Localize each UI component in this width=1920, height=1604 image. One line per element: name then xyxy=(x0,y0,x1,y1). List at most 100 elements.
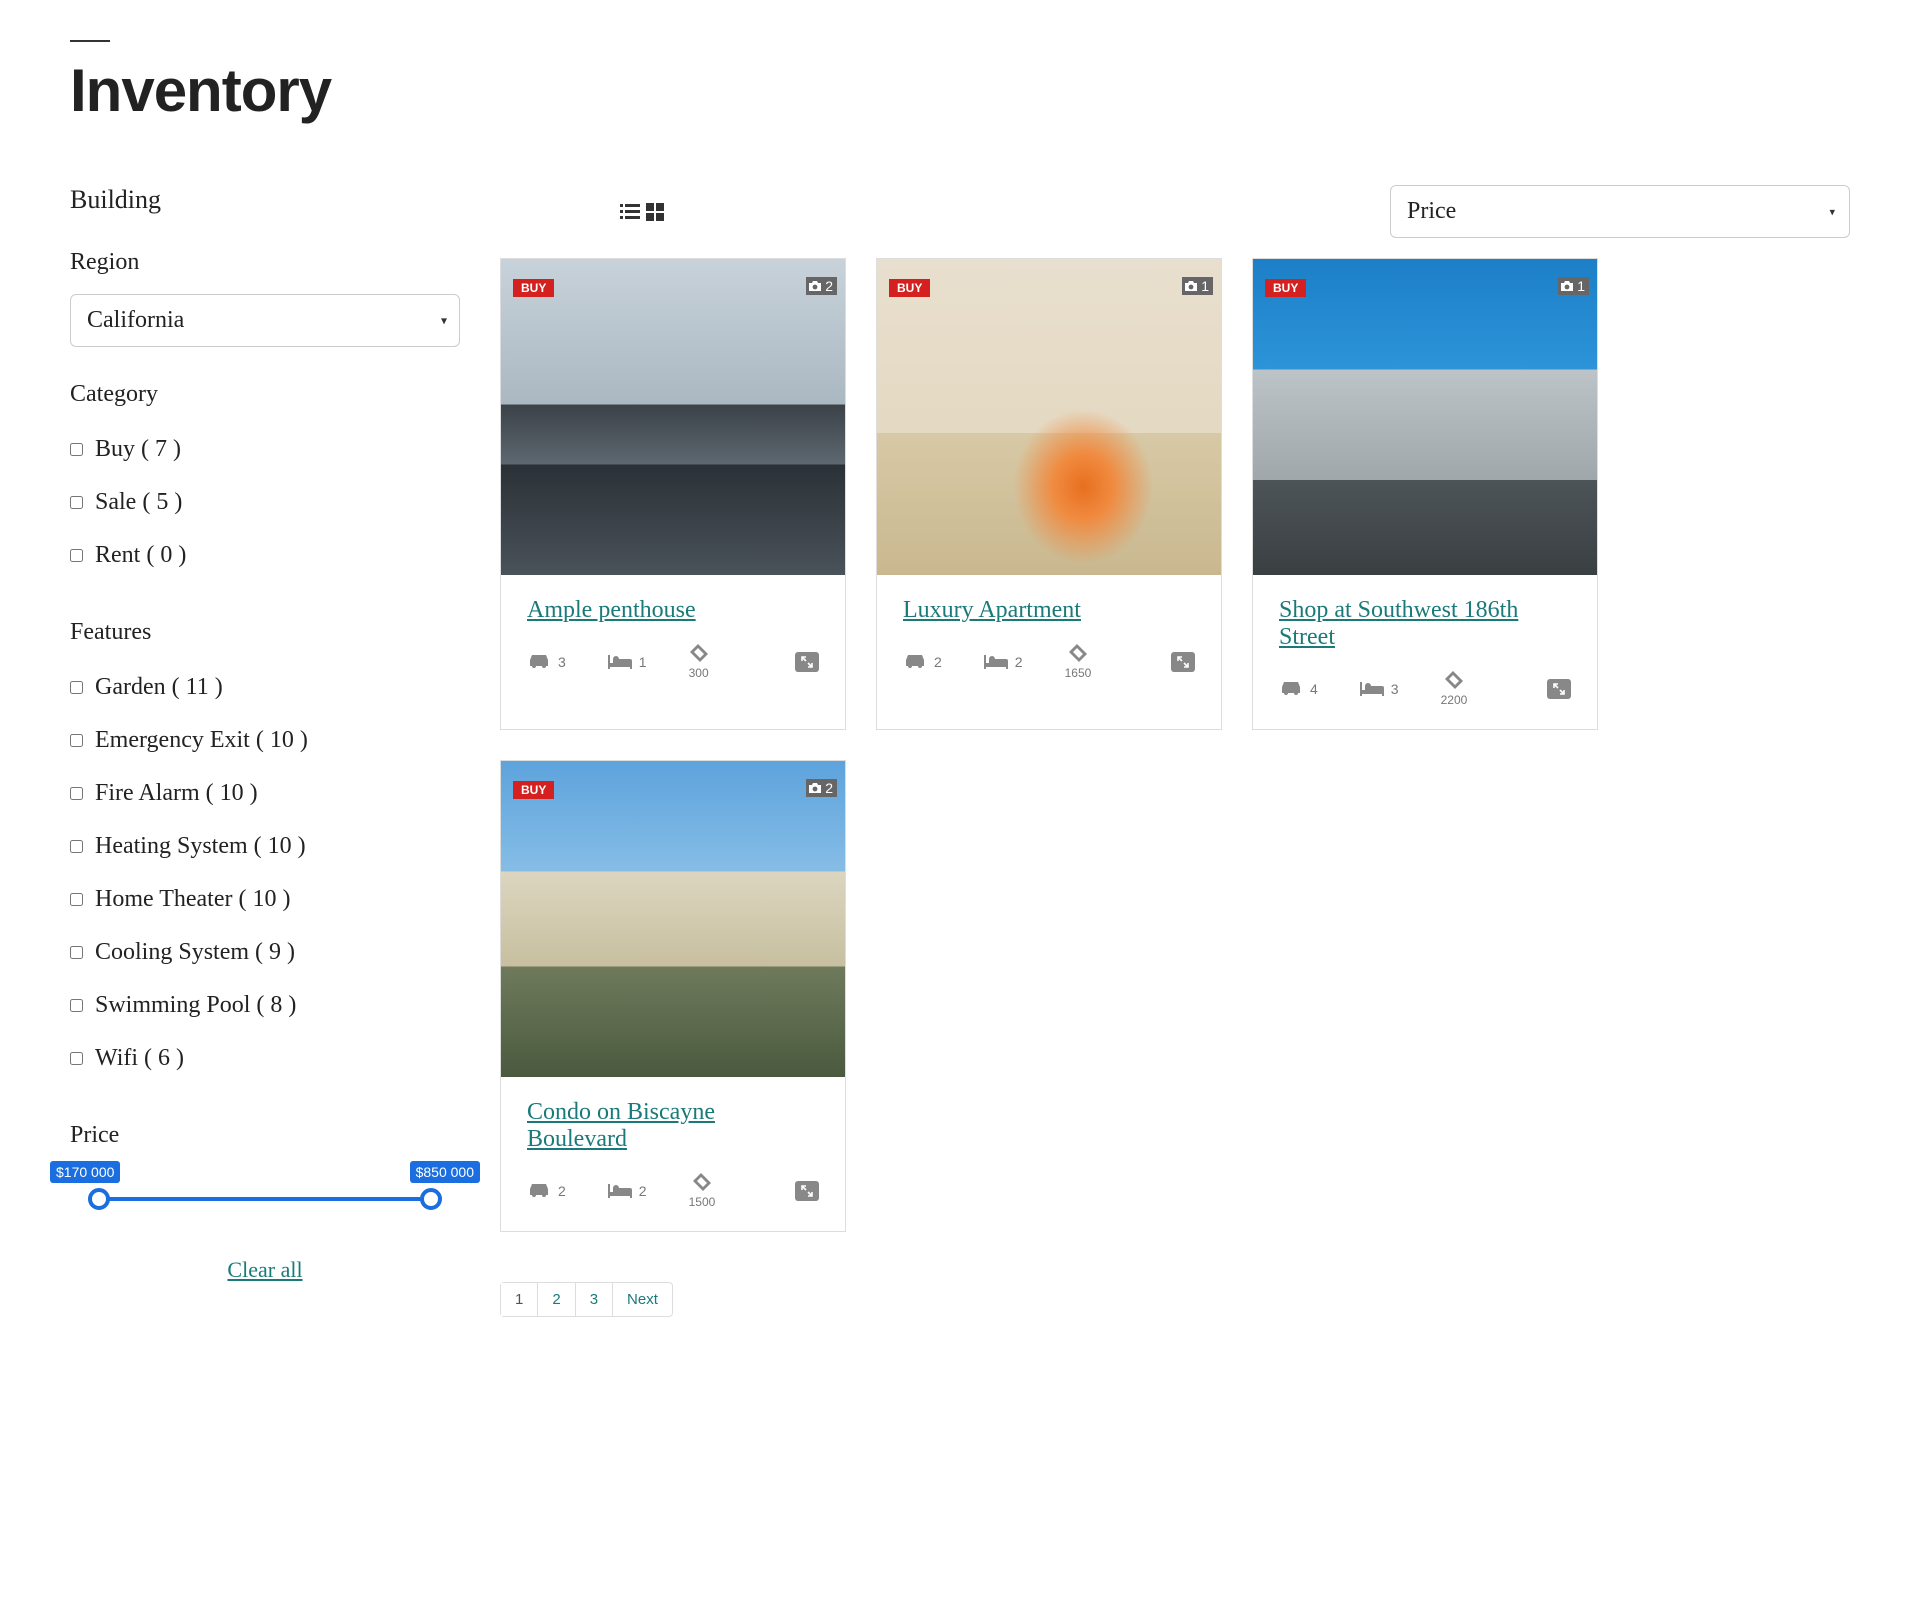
category-checkbox[interactable] xyxy=(70,443,83,456)
expand-button[interactable] xyxy=(1547,679,1571,699)
grid-view-icon[interactable] xyxy=(646,203,664,221)
features-list: Garden ( 11 ) Emergency Exit ( 10 ) Fire… xyxy=(70,664,460,1088)
page-next[interactable]: Next xyxy=(613,1283,672,1316)
price-min-label: $170 000 xyxy=(50,1161,120,1183)
stat-beds-value: 1 xyxy=(639,654,647,670)
bed-icon xyxy=(1360,682,1384,696)
car-icon xyxy=(903,654,927,670)
stat-cars-value: 2 xyxy=(934,654,942,670)
photo-count: 2 xyxy=(825,780,833,796)
listing-image[interactable]: BUY 2 xyxy=(501,761,845,1077)
category-checkbox[interactable] xyxy=(70,496,83,509)
listing-image[interactable]: BUY 1 xyxy=(877,259,1221,575)
feature-item-label: Fire Alarm ( 10 ) xyxy=(95,780,258,807)
category-item[interactable]: Sale ( 5 ) xyxy=(70,479,460,532)
bed-icon xyxy=(984,655,1008,669)
price-label: Price xyxy=(70,1122,460,1149)
feature-checkbox[interactable] xyxy=(70,734,83,747)
stat-cars-value: 2 xyxy=(558,1183,566,1199)
category-item[interactable]: Buy ( 7 ) xyxy=(70,426,460,479)
listing-stats: 4 3 2200 xyxy=(1279,671,1571,707)
listing-card-body: Shop at Southwest 186th Street 4 3 2200 xyxy=(1253,575,1597,729)
region-label: Region xyxy=(70,249,460,276)
category-item-label: Buy ( 7 ) xyxy=(95,436,181,463)
photo-count-badge: 2 xyxy=(806,277,837,295)
expand-button[interactable] xyxy=(795,1181,819,1201)
car-icon xyxy=(527,1183,551,1199)
stat-cars: 2 xyxy=(527,1183,566,1199)
list-view-icon[interactable] xyxy=(620,203,640,221)
price-slider[interactable]: $170 000 $850 000 xyxy=(70,1167,460,1227)
slider-handle-min[interactable] xyxy=(88,1188,110,1210)
page-2[interactable]: 2 xyxy=(538,1283,575,1316)
photo-count-badge: 1 xyxy=(1182,277,1213,295)
feature-item-label: Wifi ( 6 ) xyxy=(95,1045,184,1072)
feature-item[interactable]: Garden ( 11 ) xyxy=(70,664,460,717)
feature-item[interactable]: Fire Alarm ( 10 ) xyxy=(70,770,460,823)
area-icon xyxy=(1069,644,1087,662)
expand-button[interactable] xyxy=(1171,652,1195,672)
feature-item-label: Garden ( 11 ) xyxy=(95,674,223,701)
bed-icon xyxy=(608,655,632,669)
feature-item[interactable]: Home Theater ( 10 ) xyxy=(70,876,460,929)
stat-area: 300 xyxy=(689,644,709,680)
page-1[interactable]: 1 xyxy=(501,1283,538,1316)
listing-card-body: Luxury Apartment 2 2 1650 xyxy=(877,575,1221,702)
category-item-label: Rent ( 0 ) xyxy=(95,542,186,569)
clear-all-link[interactable]: Clear all xyxy=(70,1257,460,1283)
category-item[interactable]: Rent ( 0 ) xyxy=(70,532,460,585)
stat-beds-value: 2 xyxy=(1015,654,1023,670)
listing-card: BUY 2 Condo on Biscayne Boulevard 2 2 15… xyxy=(500,760,846,1232)
status-badge: BUY xyxy=(1265,279,1306,297)
category-item-label: Sale ( 5 ) xyxy=(95,489,182,516)
listing-title-link[interactable]: Ample penthouse xyxy=(527,597,696,624)
listing-title-link[interactable]: Condo on Biscayne Boulevard xyxy=(527,1099,819,1153)
stat-cars-value: 4 xyxy=(1310,681,1318,697)
feature-item[interactable]: Swimming Pool ( 8 ) xyxy=(70,982,460,1035)
listing-main: Price BUY 2 Ample penthouse xyxy=(500,185,1850,1317)
photo-count-badge: 2 xyxy=(806,779,837,797)
feature-checkbox[interactable] xyxy=(70,787,83,800)
camera-icon xyxy=(1560,281,1574,292)
status-badge: BUY xyxy=(513,279,554,297)
category-checkbox[interactable] xyxy=(70,549,83,562)
listing-image[interactable]: BUY 1 xyxy=(1253,259,1597,575)
listing-header: Price xyxy=(500,185,1850,238)
listing-title-link[interactable]: Luxury Apartment xyxy=(903,597,1081,624)
expand-button[interactable] xyxy=(795,652,819,672)
feature-checkbox[interactable] xyxy=(70,1052,83,1065)
listing-title-link[interactable]: Shop at Southwest 186th Street xyxy=(1279,597,1571,651)
feature-item[interactable]: Emergency Exit ( 10 ) xyxy=(70,717,460,770)
feature-item[interactable]: Heating System ( 10 ) xyxy=(70,823,460,876)
stat-beds: 3 xyxy=(1360,681,1399,697)
listing-stats: 2 2 1500 xyxy=(527,1173,819,1209)
features-section: Features Garden ( 11 ) Emergency Exit ( … xyxy=(70,619,460,1088)
features-label: Features xyxy=(70,619,460,646)
feature-item[interactable]: Wifi ( 6 ) xyxy=(70,1035,460,1088)
page-3[interactable]: 3 xyxy=(576,1283,613,1316)
feature-checkbox[interactable] xyxy=(70,946,83,959)
feature-checkbox[interactable] xyxy=(70,999,83,1012)
building-section: Building xyxy=(70,185,460,215)
car-icon xyxy=(1279,681,1303,697)
feature-checkbox[interactable] xyxy=(70,840,83,853)
region-select[interactable]: California xyxy=(70,294,460,347)
page-header: Inventory xyxy=(70,40,1850,125)
feature-item[interactable]: Cooling System ( 9 ) xyxy=(70,929,460,982)
listing-image[interactable]: BUY 2 xyxy=(501,259,845,575)
filter-sidebar: Building Region California Category Buy … xyxy=(70,185,460,1317)
sort-select[interactable]: Price xyxy=(1390,185,1850,238)
pagination: 1 2 3 Next xyxy=(500,1282,673,1317)
stat-area-value: 2200 xyxy=(1441,693,1468,707)
stat-cars: 2 xyxy=(903,654,942,670)
camera-icon xyxy=(808,783,822,794)
price-max-label: $850 000 xyxy=(410,1161,480,1183)
feature-checkbox[interactable] xyxy=(70,681,83,694)
bed-icon xyxy=(608,1184,632,1198)
title-rule xyxy=(70,40,110,42)
feature-item-label: Home Theater ( 10 ) xyxy=(95,886,290,913)
slider-handle-max[interactable] xyxy=(420,1188,442,1210)
building-label: Building xyxy=(70,185,460,215)
feature-checkbox[interactable] xyxy=(70,893,83,906)
expand-icon xyxy=(801,1185,813,1197)
